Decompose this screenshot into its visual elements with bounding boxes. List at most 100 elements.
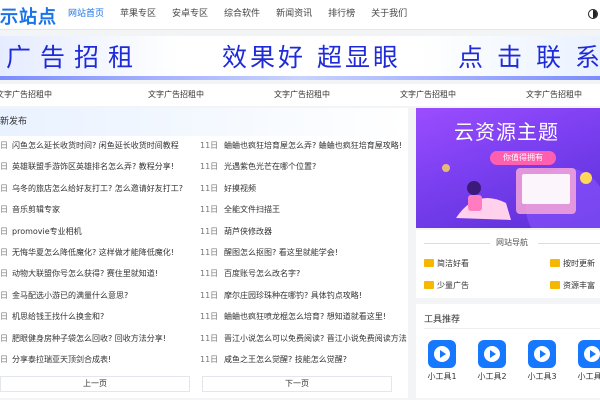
list-item[interactable]: 11日 好摸视频 [200,179,408,199]
site-nav-item-simple[interactable]: 简洁好看 [424,258,469,269]
list-item-title: 醒图怎么抠图? 看这里就能学会! [224,248,338,257]
list-item-title: 肥眼健身房种子袋怎么回收? 回收方法分享! [12,333,166,343]
list-item[interactable]: 日英雄联盟手游饰区英雄排名怎么弄? 教程分享! [0,157,196,177]
nav-item-apple[interactable]: 苹果专区 [112,0,164,30]
nav-item-android[interactable]: 安卓专区 [164,0,216,30]
list-item-title: 乌冬的旅店怎么给好友打工? 怎么邀请好友打工? [12,183,184,193]
site-logo[interactable]: 示站点 [0,3,57,29]
list-item-title: 好摸视频 [224,183,256,193]
list-item-title: promovie专业相机 [12,226,82,236]
list-item-date: 日 [0,162,8,172]
text-ad-link[interactable]: 文字广告招租中 [526,89,582,100]
list-item-date: 11日 [200,312,219,322]
play-icon [428,340,456,368]
list-item-date: 日 [0,269,8,279]
text-ad-link[interactable]: 文字广告招租中 [274,89,330,100]
nav-item-news[interactable]: 新闻资讯 [268,0,320,30]
list-item[interactable]: 11日 蛐蛐也疯狂喷龙棍怎么培育? 想知道就看这里! [200,307,408,327]
list-item-title: 无悔华夏怎么降低魔化? 这样做才能降低魔化! [12,248,174,257]
site-nav-item-update[interactable]: 按时更新 [550,258,595,269]
list-item-title: 咸鱼之王怎么觉醒? 技能怎么觉醒? [224,355,348,364]
list-item-title: 全能文件扫描王 [224,205,280,215]
banner-middle-text: 效果好 超显眼 [222,43,401,72]
list-item-date: 日 [0,312,8,322]
text-ad-link[interactable]: 文字广告招租中 [400,89,456,100]
tools-title: 工具推荐 [424,315,461,325]
play-icon [528,340,556,368]
list-item[interactable]: 日无悔华夏怎么降低魔化? 这样做才能降低魔化! [0,243,196,263]
text-ad-link[interactable]: 文字广告招租中 [0,89,52,100]
list-item[interactable]: 11日 葫芦侠修改器 [200,222,408,242]
poster-tag: 你值得拥有 [490,151,556,165]
tool-item-4[interactable]: 小工具4 [572,340,600,382]
list-item[interactable]: 日乌冬的旅店怎么给好友打工? 怎么邀请好友打工? [0,179,196,199]
list-item-date: 11日 [200,248,219,257]
main-nav: 网站首页 苹果专区 安卓专区 综合软件 新闻资讯 排行榜 关于我们 [60,0,415,30]
prev-page-button[interactable]: 上一页 [0,376,190,392]
list-item-date: 日 [0,248,8,257]
nav-item-about[interactable]: 关于我们 [363,0,415,30]
site-nav-title: 网站导航 [496,238,528,247]
list-item-title: 分享泰拉瑞亚天顶剑合成表! [12,355,112,364]
play-icon [578,340,600,368]
nav-item-software[interactable]: 综合软件 [216,0,268,30]
list-item[interactable]: 日分享泰拉瑞亚天顶剑合成表! [0,350,196,370]
list-item-title: 金马配选小游已的满量什么意思? [12,290,129,300]
list-item[interactable]: 日闪鱼怎么延长收货时间? 闲鱼延长收货时间教程 [0,136,196,156]
list-item-date: 日 [0,183,8,193]
list-item-title: 摩尔庄园珍珠种在哪钓? 具体钓点攻略! [224,290,362,300]
list-item-date: 日 [0,290,8,300]
site-nav-box: 网站导航 简洁好看 按时更新 少量广告 资源丰富 [416,230,600,298]
nav-item-home[interactable]: 网站首页 [60,0,112,30]
list-item[interactable]: 日动物大联盟你号怎么获得? 赛住里就知道! [0,264,196,284]
list-item-date: 日 [0,355,8,364]
list-item-title: 机思给钱王找什么换金和? [12,312,105,322]
list-item-date: 日 [0,205,8,215]
list-item-title: 蛐蛐也疯狂培育屋怎么弄? 蛐蛐也疯狂培育屋攻略! [224,141,402,150]
list-item-date: 日 [0,141,8,150]
list-item[interactable]: 日金马配选小游已的满量什么意思? [0,286,196,306]
site-nav-item-resources[interactable]: 资源丰富 [550,280,595,291]
theme-poster[interactable]: 云资源主题 你值得拥有 [416,108,600,228]
list-item-title: 光遇紫色光芒在哪个位置? [224,162,317,172]
banner-ad[interactable]: 广告招租 效果好 超显眼 点击联系 [0,36,600,80]
divider-line [424,243,490,244]
text-ad-link[interactable]: 文字广告招租中 [148,89,204,100]
next-page-button[interactable]: 下一页 [202,376,392,392]
banner-left-text: 广告招租 [6,43,143,72]
text-ad-row: 文字广告招租中 文字广告招租中 文字广告招租中 文字广告招租中 文字广告招租中 [0,84,600,106]
play-icon [478,340,506,368]
site-header: 示站点 网站首页 苹果专区 安卓专区 综合软件 新闻资讯 排行榜 关于我们 [0,0,600,30]
list-item[interactable]: 日机思给钱王找什么换金和? [0,307,196,327]
list-item[interactable]: 日肥眼健身房种子袋怎么回收? 回收方法分享! [0,329,196,349]
list-item[interactable]: 11日 百度账号怎么改名字? [200,264,408,284]
tool-item-2[interactable]: 小工具2 [472,340,512,382]
list-item-date: 11日 [200,183,219,193]
tools-box: 工具推荐 小工具1 小工具2 小工具3 小工具4 [416,304,600,398]
tool-item-1[interactable]: 小工具1 [422,340,462,382]
list-item[interactable]: 日音乐剪辑专家 [0,200,196,220]
list-item[interactable]: 11日 咸鱼之王怎么觉醒? 技能怎么觉醒? [200,350,408,370]
envelope-icon [550,281,560,289]
list-item-title: 晋江小说怎么可以免费阅读? 晋江小说免费阅读方法 [224,333,407,343]
latest-panel-header: 新发布 [0,108,408,136]
banner-divider [0,76,600,80]
tool-item-3[interactable]: 小工具3 [522,340,562,382]
list-item-date: 日 [0,333,8,343]
theme-toggle-icon[interactable] [588,9,598,19]
list-item[interactable]: 11日 全能文件扫描王 [200,200,408,220]
list-item[interactable]: 11日 晋江小说怎么可以免费阅读? 晋江小说免费阅读方法 [200,329,408,349]
list-item-title: 葫芦侠修改器 [224,226,272,236]
list-item[interactable]: 日 promovie专业相机 [0,222,196,242]
latest-panel-title: 新发布 [0,117,28,127]
list-item[interactable]: 11日 光遇紫色光芒在哪个位置? [200,157,408,177]
list-item[interactable]: 11日 蛐蛐也疯狂培育屋怎么弄? 蛐蛐也疯狂培育屋攻略! [200,136,408,156]
nav-item-ranking[interactable]: 排行榜 [320,0,363,30]
list-item[interactable]: 11日 醒图怎么抠图? 看这里就能学会! [200,243,408,263]
site-nav-item-ads[interactable]: 少量广告 [424,280,469,291]
envelope-icon [424,259,434,267]
list-item-date: 11日 [200,269,219,279]
list-item[interactable]: 11日 摩尔庄园珍珠种在哪钓? 具体钓点攻略! [200,286,408,306]
list-item-title: 蛐蛐也疯狂喷龙棍怎么培育? 想知道就看这里! [224,312,386,322]
list-item-title: 百度账号怎么改名字? [224,269,301,279]
